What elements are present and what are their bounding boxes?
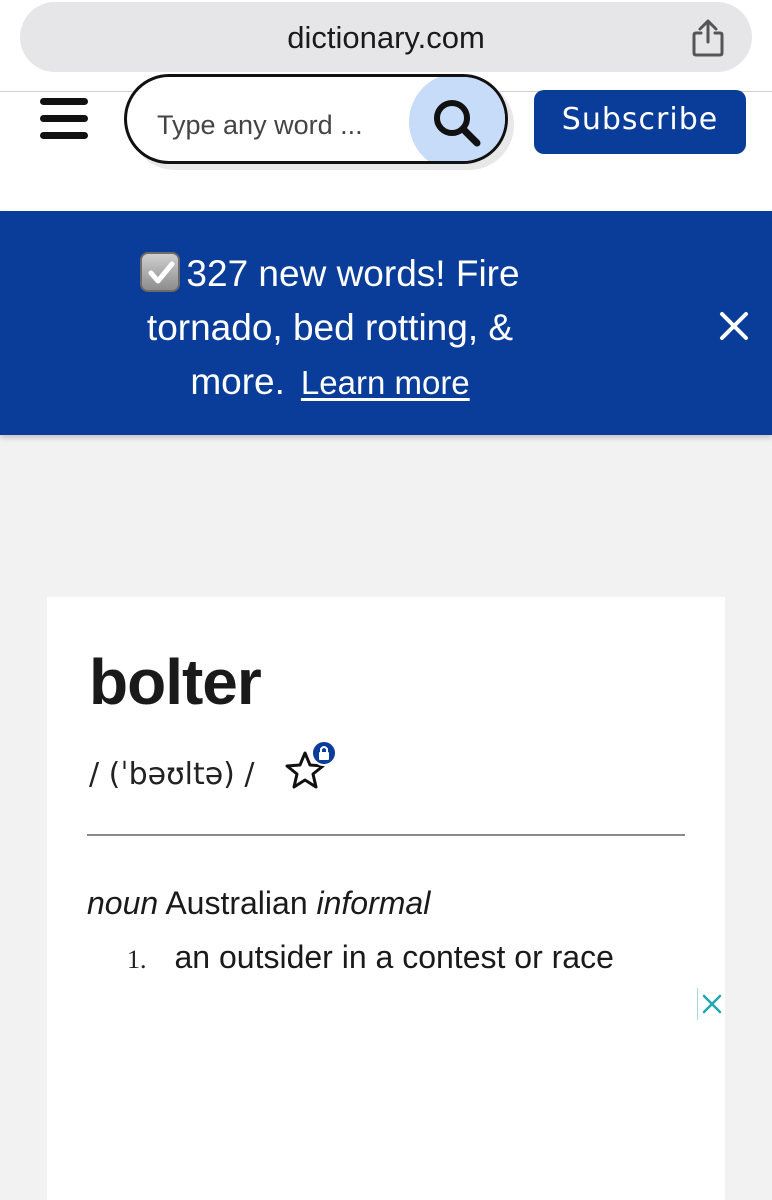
url-text[interactable]: dictionary.com xyxy=(20,20,752,56)
entry-card: bolter / (ˈbəʊltə) / noun Australian inf… xyxy=(47,597,725,1200)
site-header: Subscribe xyxy=(0,74,772,211)
banner-message: 327 new words! Fire tornado, bed rotting… xyxy=(100,247,560,410)
divider xyxy=(87,834,685,836)
promo-banner: 327 new words! Fire tornado, bed rotting… xyxy=(0,211,772,435)
address-bar[interactable]: dictionary.com xyxy=(20,2,752,72)
part-of-speech: noun xyxy=(87,885,159,921)
definition-number: 1. xyxy=(127,945,147,974)
hamburger-icon[interactable] xyxy=(40,98,88,140)
pronunciation: / (ˈbəʊltə) / xyxy=(89,757,255,792)
definition-item: 1. an outsider in a contest or race xyxy=(127,939,614,976)
definition-text: an outsider in a contest or race xyxy=(174,939,614,975)
search-box xyxy=(124,74,508,164)
headword: bolter xyxy=(89,646,262,718)
share-icon[interactable] xyxy=(688,18,728,58)
ad-close-icon[interactable] xyxy=(697,988,725,1020)
star-lock-icon[interactable] xyxy=(283,739,343,799)
search-input[interactable] xyxy=(157,105,417,145)
region-label: Australian xyxy=(165,885,308,921)
subscribe-button[interactable]: Subscribe xyxy=(534,90,746,154)
checkbox-icon xyxy=(140,252,181,292)
search-button[interactable] xyxy=(409,77,505,161)
register-label: informal xyxy=(316,885,431,921)
part-of-speech-line: noun Australian informal xyxy=(87,885,430,922)
search-icon xyxy=(434,100,481,147)
close-icon[interactable] xyxy=(718,310,750,342)
learn-more-link[interactable]: Learn more xyxy=(301,364,470,401)
